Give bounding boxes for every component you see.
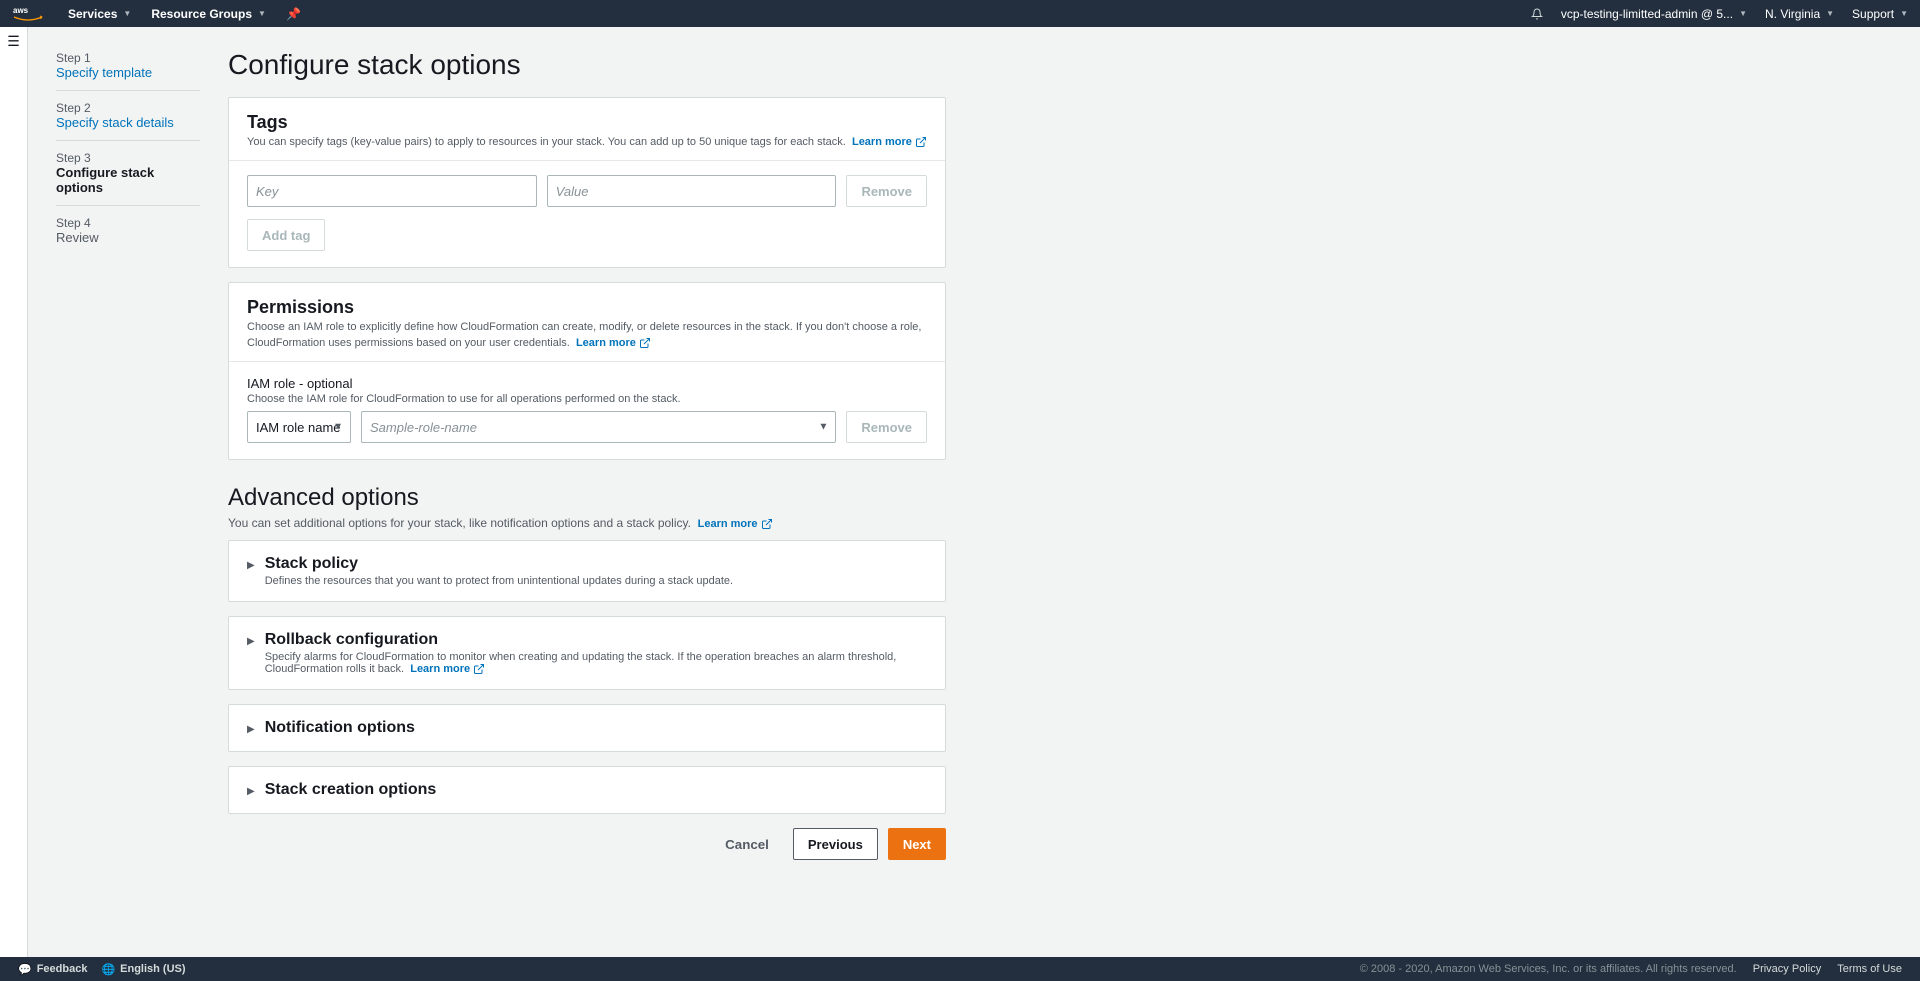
step-number: Step 4	[56, 216, 200, 230]
step-2[interactable]: Step 2 Specify stack details	[56, 91, 200, 141]
sidebar-toggle[interactable]: ☰	[0, 27, 28, 957]
step-title[interactable]: Specify stack details	[56, 115, 200, 130]
stack-policy-desc: Defines the resources that you want to p…	[265, 575, 733, 587]
step-number: Step 3	[56, 151, 200, 165]
rollback-learn-more-link[interactable]: Learn more	[410, 663, 485, 675]
copyright-text: © 2008 - 2020, Amazon Web Services, Inc.…	[1360, 963, 1737, 975]
iam-role-type-select[interactable]: IAM role name ▼	[247, 411, 351, 443]
step-title[interactable]: Specify template	[56, 65, 200, 80]
permissions-learn-more-link[interactable]: Learn more	[576, 337, 651, 349]
tags-panel: Tags You can specify tags (key-value pai…	[228, 97, 946, 268]
speech-bubble-icon: 💬	[18, 963, 32, 976]
feedback-link[interactable]: 💬Feedback	[18, 963, 87, 976]
advanced-description: You can set additional options for your …	[228, 516, 946, 530]
nav-pin[interactable]: 📌	[286, 7, 301, 21]
step-title: Review	[56, 230, 200, 245]
nav-resource-groups[interactable]: Resource Groups▼	[151, 7, 266, 21]
wizard-steps: Step 1 Specify template Step 2 Specify s…	[28, 27, 228, 957]
triangle-right-icon: ▶	[247, 724, 255, 735]
tag-key-input[interactable]	[247, 175, 537, 207]
creation-expander[interactable]: ▶ Stack creation options	[228, 766, 946, 814]
top-nav: aws Services▼ Resource Groups▼ 📌 vcp-tes…	[0, 0, 1920, 27]
nav-notifications[interactable]	[1531, 7, 1543, 21]
bell-icon	[1531, 7, 1543, 21]
permissions-panel: Permissions Choose an IAM role to explic…	[228, 282, 946, 460]
rollback-desc: Specify alarms for CloudFormation to mon…	[265, 651, 927, 675]
iam-role-combobox[interactable]: ▼	[361, 411, 836, 443]
add-tag-button[interactable]: Add tag	[247, 219, 325, 251]
nav-services[interactable]: Services▼	[68, 7, 131, 21]
iam-role-remove-button[interactable]: Remove	[846, 411, 927, 443]
notification-title: Notification options	[265, 719, 415, 737]
triangle-right-icon: ▶	[247, 560, 255, 571]
iam-role-help: Choose the IAM role for CloudFormation t…	[247, 393, 927, 405]
hamburger-icon: ☰	[7, 33, 20, 50]
page-footer: 💬Feedback 🌐English (US) © 2008 - 2020, A…	[0, 957, 1920, 981]
external-link-icon	[915, 135, 927, 150]
tags-learn-more-link[interactable]: Learn more	[852, 136, 927, 148]
rollback-expander[interactable]: ▶ Rollback configuration Specify alarms …	[228, 616, 946, 690]
external-link-icon	[473, 663, 485, 675]
step-3: Step 3 Configure stack options	[56, 141, 200, 206]
nav-region[interactable]: N. Virginia▼	[1765, 7, 1834, 21]
tag-remove-button[interactable]: Remove	[846, 175, 927, 207]
wizard-footer: Cancel Previous Next	[228, 828, 946, 860]
iam-role-input[interactable]	[361, 411, 836, 443]
creation-title: Stack creation options	[265, 781, 437, 799]
step-number: Step 2	[56, 101, 200, 115]
external-link-icon	[761, 518, 773, 530]
iam-role-label: IAM role - optional	[247, 376, 927, 391]
next-button[interactable]: Next	[888, 828, 946, 860]
tags-heading: Tags	[247, 112, 927, 133]
chevron-down-icon: ▼	[1826, 9, 1834, 18]
aws-logo[interactable]: aws	[12, 5, 44, 23]
tag-value-input[interactable]	[547, 175, 837, 207]
nav-support[interactable]: Support▼	[1852, 7, 1908, 21]
step-4: Step 4 Review	[56, 206, 200, 255]
permissions-description: Choose an IAM role to explicitly define …	[247, 320, 927, 351]
advanced-heading: Advanced options	[228, 484, 946, 512]
terms-link[interactable]: Terms of Use	[1837, 963, 1902, 975]
tags-description: You can specify tags (key-value pairs) t…	[247, 135, 927, 150]
advanced-learn-more-link[interactable]: Learn more	[698, 518, 773, 530]
chevron-down-icon: ▼	[1739, 9, 1747, 18]
chevron-down-icon: ▼	[258, 9, 266, 18]
triangle-right-icon: ▶	[247, 636, 255, 647]
notification-expander[interactable]: ▶ Notification options	[228, 704, 946, 752]
globe-icon: 🌐	[101, 963, 115, 976]
stack-policy-expander[interactable]: ▶ Stack policy Defines the resources tha…	[228, 540, 946, 602]
permissions-heading: Permissions	[247, 297, 927, 318]
page-title: Configure stack options	[228, 49, 946, 81]
step-number: Step 1	[56, 51, 200, 65]
rollback-title: Rollback configuration	[265, 631, 927, 649]
triangle-right-icon: ▶	[247, 786, 255, 797]
pin-icon: 📌	[286, 7, 301, 21]
nav-account[interactable]: vcp-testing-limitted-admin @ 5...▼	[1561, 7, 1747, 21]
external-link-icon	[639, 336, 651, 351]
step-1[interactable]: Step 1 Specify template	[56, 41, 200, 91]
cancel-button[interactable]: Cancel	[711, 828, 783, 860]
language-selector[interactable]: 🌐English (US)	[101, 963, 185, 976]
privacy-link[interactable]: Privacy Policy	[1753, 963, 1821, 975]
chevron-down-icon: ▼	[123, 9, 131, 18]
previous-button[interactable]: Previous	[793, 828, 878, 860]
svg-text:aws: aws	[13, 6, 29, 15]
stack-policy-title: Stack policy	[265, 555, 733, 573]
chevron-down-icon: ▼	[1900, 9, 1908, 18]
step-title: Configure stack options	[56, 165, 200, 195]
